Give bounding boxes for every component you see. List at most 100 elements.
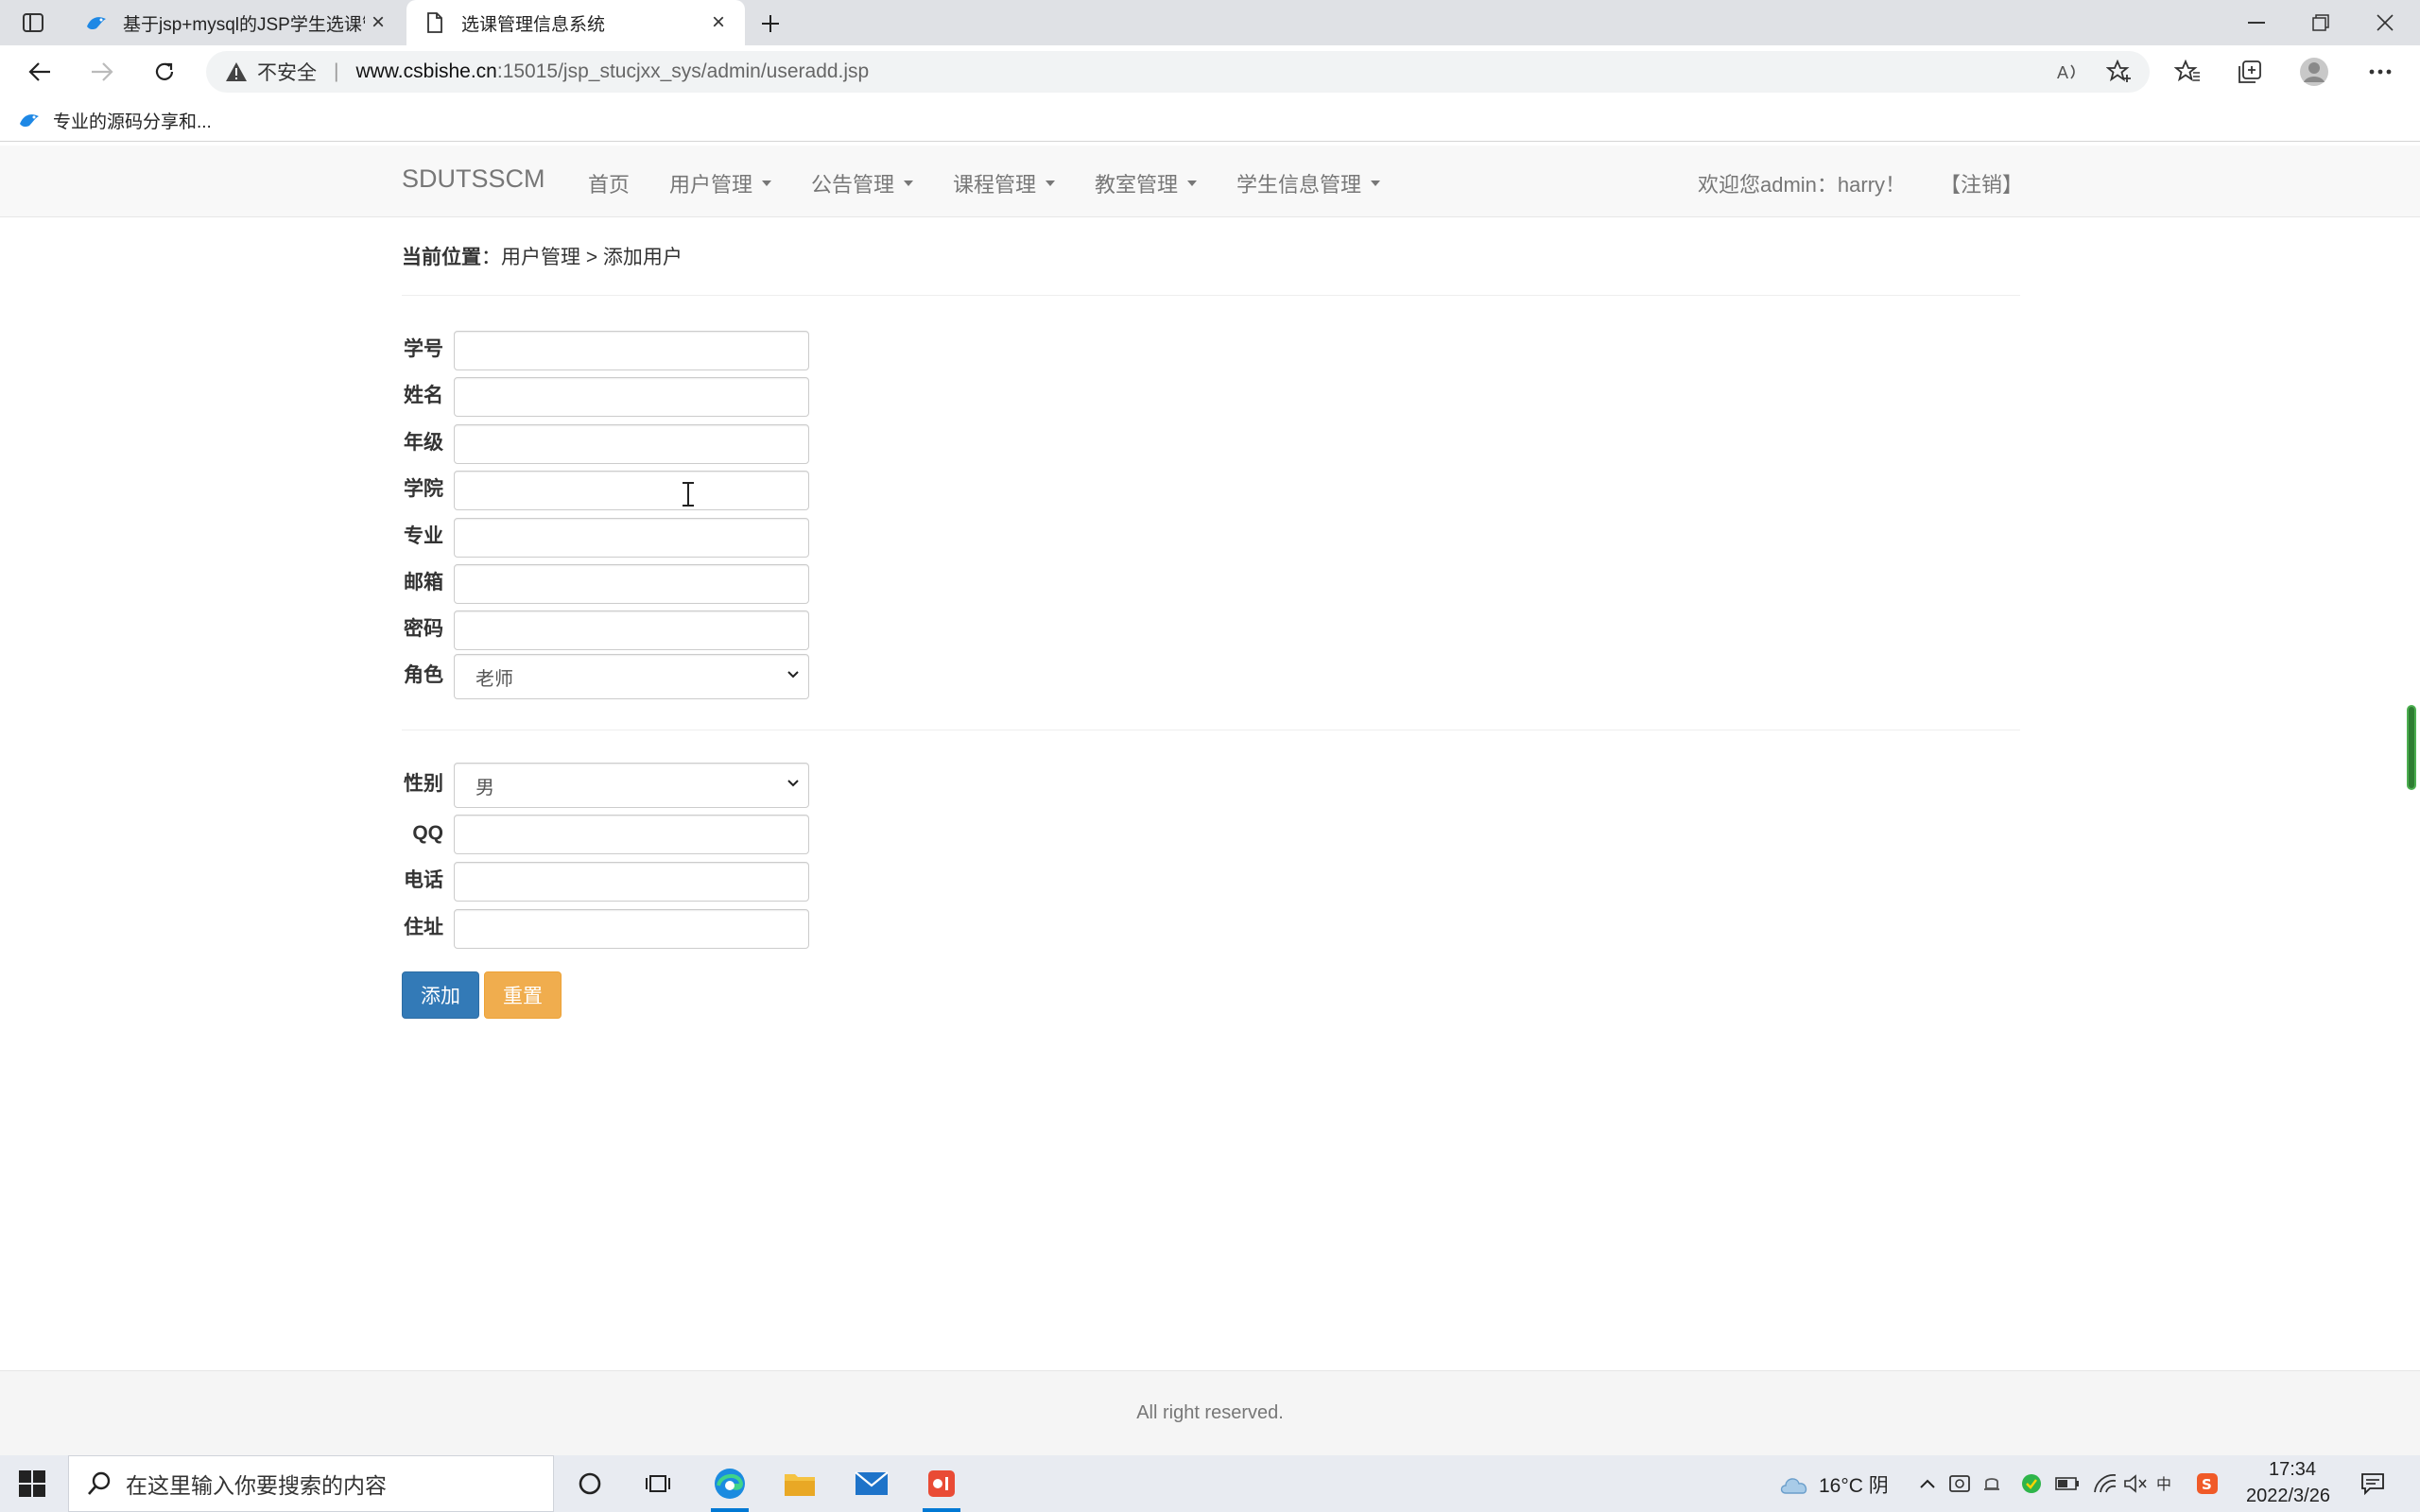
tab-title: 基于jsp+mysql的JSP学生选课管 — [123, 14, 365, 35]
student-id-input[interactable] — [454, 331, 809, 370]
favorites-icon[interactable] — [2170, 55, 2204, 89]
taskbar-search-box[interactable]: 在这里输入你要搜索的内容 — [68, 1455, 554, 1512]
weather-text[interactable]: 16°C 阴 — [1819, 1470, 1889, 1499]
name-input[interactable] — [454, 377, 809, 417]
breadcrumb-prefix: 当前位置 — [402, 247, 481, 268]
qq-input[interactable] — [454, 815, 809, 854]
svg-text:S: S — [2202, 1476, 2212, 1493]
major-input[interactable] — [454, 518, 809, 558]
brand-link[interactable]: SDUTSSCM — [402, 164, 545, 194]
close-icon[interactable]: × — [705, 9, 732, 36]
nav-item-student-info-management[interactable]: 学生信息管理 — [1236, 168, 1381, 198]
active-app-indicator — [923, 1508, 960, 1512]
reset-button[interactable]: 重置 — [484, 971, 562, 1019]
phone-input[interactable] — [454, 862, 809, 902]
tab-active[interactable]: 选课管理信息系统 × — [406, 0, 745, 45]
role-label: 角色 — [404, 664, 443, 686]
sogou-ime-icon[interactable]: S — [2193, 1465, 2221, 1503]
logout-link[interactable]: 【注销】 — [1940, 168, 2023, 198]
college-label: 学院 — [404, 478, 443, 500]
grade-input[interactable] — [454, 424, 809, 464]
input-method-icon[interactable]: 中 — [2152, 1465, 2180, 1503]
clock-time[interactable]: 17:34 — [2269, 1459, 2316, 1481]
back-icon[interactable] — [23, 55, 57, 89]
password-input[interactable] — [454, 610, 809, 650]
mail-icon[interactable] — [853, 1465, 890, 1503]
windows-taskbar: 在这里输入你要搜索的内容 16°C 阴 中 S 17:34 2022/3/26 — [0, 1455, 2420, 1512]
student-id-label: 学号 — [404, 338, 443, 360]
nav-item-user-management[interactable]: 用户管理 — [669, 168, 772, 198]
nav-item-course-management[interactable]: 课程管理 — [953, 168, 1056, 198]
name-label: 姓名 — [404, 385, 443, 406]
chevron-down-icon — [787, 671, 799, 679]
tab-actions-icon[interactable] — [17, 9, 49, 36]
caret-down-icon — [762, 180, 772, 186]
screen-recorder-icon[interactable] — [923, 1465, 960, 1503]
address-input[interactable] — [454, 909, 809, 949]
clock-date[interactable]: 2022/3/26 — [2246, 1486, 2330, 1507]
breadcrumb-colon: ： — [481, 247, 501, 268]
major-label: 专业 — [404, 525, 443, 547]
new-tab-icon[interactable] — [754, 8, 786, 40]
tab-inactive[interactable]: 基于jsp+mysql的JSP学生选课管 × — [68, 0, 405, 45]
chevron-up-icon[interactable] — [1913, 1465, 1942, 1503]
breadcrumb-path: 用户管理 > 添加用户 — [501, 247, 683, 268]
nav-item-home[interactable]: 首页 — [588, 168, 630, 198]
role-select[interactable]: 老师 — [454, 654, 809, 699]
grade-label: 年级 — [404, 432, 443, 454]
close-window-icon[interactable] — [2354, 0, 2416, 45]
caret-down-icon — [904, 180, 914, 186]
profile-avatar-icon[interactable] — [2297, 55, 2331, 89]
refresh-icon[interactable] — [147, 55, 182, 89]
caret-down-icon — [1046, 180, 1056, 186]
address-bar[interactable]: 不安全 | www.csbishe.cn:15015/jsp_stucjxx_s… — [206, 51, 2150, 93]
nav-item-classroom-management[interactable]: 教室管理 — [1095, 168, 1198, 198]
nav-item-label: 学生信息管理 — [1236, 173, 1362, 197]
insecure-label[interactable]: 不安全 — [257, 58, 317, 86]
edge-browser-icon[interactable] — [711, 1465, 749, 1503]
nav-item-label: 公告管理 — [811, 173, 895, 197]
caret-down-icon — [1187, 180, 1198, 186]
tray-app-icon[interactable] — [1945, 1465, 1974, 1503]
task-view-icon[interactable] — [639, 1465, 677, 1503]
notification-center-icon[interactable] — [2354, 1465, 2392, 1503]
nav-item-label: 教室管理 — [1095, 173, 1179, 197]
collections-icon[interactable] — [2233, 55, 2267, 89]
url-path: :15015/jsp_stucjxx_sys/admin/useradd.jsp — [496, 60, 870, 82]
tray-green-app-icon[interactable] — [2017, 1465, 2046, 1503]
minimize-icon[interactable] — [2225, 0, 2288, 45]
password-label: 密码 — [404, 618, 443, 640]
volume-muted-icon[interactable] — [2121, 1465, 2150, 1503]
browser-tab-strip: 基于jsp+mysql的JSP学生选课管 × 选课管理信息系统 × — [0, 0, 2420, 45]
phone-label: 电话 — [404, 869, 443, 891]
add-button[interactable]: 添加 — [402, 971, 479, 1019]
warning-icon[interactable] — [223, 59, 250, 85]
active-app-indicator — [711, 1508, 749, 1512]
gender-select[interactable]: 男 — [454, 763, 809, 808]
breadcrumb: 当前位置：用户管理 > 添加用户 — [402, 242, 683, 270]
welcome-text: 欢迎您admin：harry！ — [1698, 173, 1907, 197]
nav-item-notice-management[interactable]: 公告管理 — [811, 168, 914, 198]
windows-start-icon[interactable] — [17, 1469, 47, 1499]
nav-item-label: 用户管理 — [669, 173, 753, 197]
more-menu-icon[interactable] — [2363, 55, 2397, 89]
close-icon[interactable]: × — [365, 9, 391, 36]
college-input[interactable] — [454, 471, 809, 510]
email-input[interactable] — [454, 564, 809, 604]
add-favorite-icon[interactable] — [2102, 55, 2136, 89]
read-aloud-icon[interactable]: A — [2051, 55, 2085, 89]
cortana-icon[interactable] — [571, 1465, 609, 1503]
battery-icon[interactable] — [2053, 1465, 2082, 1503]
file-explorer-icon[interactable] — [781, 1465, 819, 1503]
favorites-bar: 专业的源码分享和... — [0, 98, 2420, 142]
wifi-icon[interactable] — [2091, 1465, 2119, 1503]
restore-icon[interactable] — [2290, 0, 2352, 45]
nav-item-label: 首页 — [588, 173, 631, 197]
qq-label: QQ — [412, 822, 443, 844]
favorite-item[interactable]: 专业的源码分享和... — [17, 106, 212, 134]
forward-icon[interactable] — [85, 55, 119, 89]
weather-cloud-icon[interactable] — [1775, 1465, 1813, 1503]
bell-icon[interactable] — [1978, 1465, 2006, 1503]
bird-favicon-icon — [17, 108, 42, 132]
scrollbar-thumb[interactable] — [2407, 705, 2416, 790]
